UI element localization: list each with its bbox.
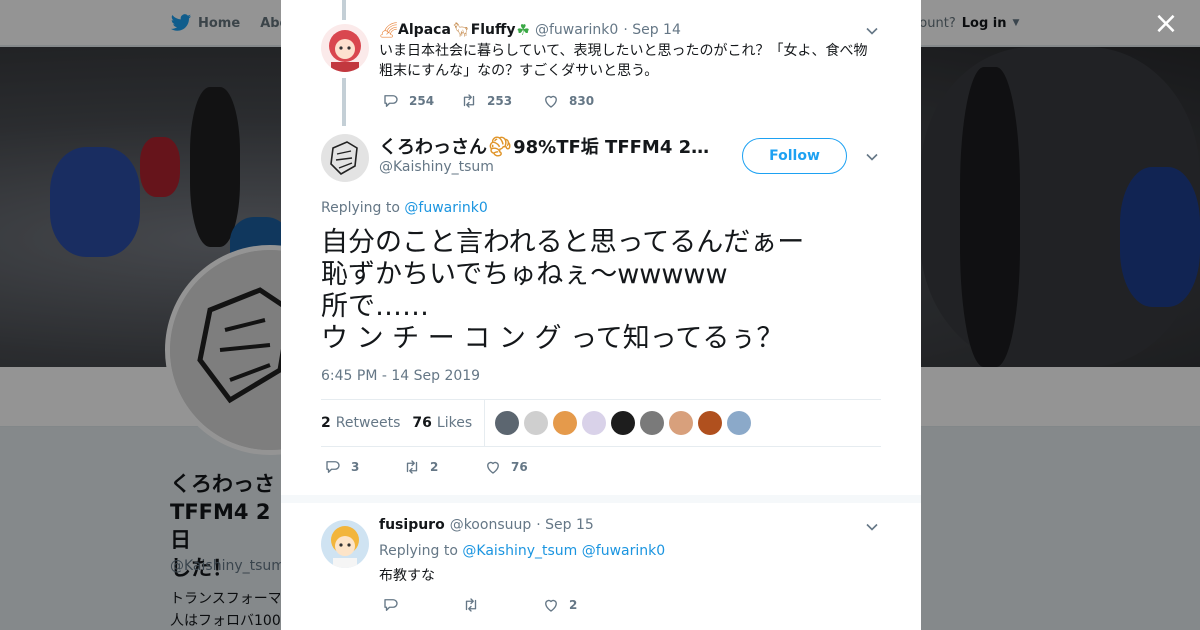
author-handle[interactable]: @fuwarink0 xyxy=(535,22,618,38)
tweet-actions: 254 253 830 xyxy=(382,92,594,110)
tweet-text: 布教すな xyxy=(379,568,435,584)
author-name-suffix[interactable]: Fluffy xyxy=(471,22,516,38)
retweet-button[interactable]: 2 xyxy=(403,458,484,476)
likes-stat[interactable]: 76 Likes xyxy=(412,415,472,431)
author-name[interactable]: fusipuro xyxy=(379,517,445,533)
author-handle[interactable]: @koonsuup xyxy=(450,517,532,533)
llama-emoji-icon: 🦙︎ xyxy=(451,22,470,38)
avatar[interactable] xyxy=(524,411,549,435)
avatar[interactable] xyxy=(698,411,723,435)
retweet-icon xyxy=(465,598,477,612)
parent-tweet-header: 🌈︎ Alpaca 🦙︎ Fluffy ☘ @fuwarink0 · Sep 1… xyxy=(379,21,681,39)
like-button[interactable]: 830 xyxy=(542,92,594,110)
close-icon[interactable]: × xyxy=(1152,9,1180,39)
clover-emoji-icon: ☘ xyxy=(516,21,530,39)
retweet-icon xyxy=(406,460,418,474)
author-name-suffix: 98%TF垢 TFFM4 2… xyxy=(513,137,710,158)
retweet-count: 253 xyxy=(487,94,513,108)
reply-icon xyxy=(384,599,398,611)
reply-icon xyxy=(326,461,340,473)
chevron-down-icon[interactable] xyxy=(865,150,879,164)
tweet-modal: 🌈︎ Alpaca 🦙︎ Fluffy ☘ @fuwarink0 · Sep 1… xyxy=(281,0,921,630)
replying-to: Replying to @Kaishiny_tsum @fuwarink0 xyxy=(379,543,666,559)
tweet-date[interactable]: · Sep 14 xyxy=(623,22,681,38)
avatar[interactable] xyxy=(611,411,636,435)
like-count: 2 xyxy=(569,598,578,612)
avatar[interactable] xyxy=(321,134,369,182)
anime-girl-avatar-icon xyxy=(321,24,369,72)
robot-sketch-avatar-icon xyxy=(321,134,369,182)
like-icon xyxy=(487,461,499,474)
retweet-button[interactable]: 253 xyxy=(460,92,542,110)
avatar[interactable] xyxy=(495,411,520,435)
replies-divider xyxy=(281,495,921,503)
reply-button[interactable] xyxy=(382,596,462,614)
serval-avatar-icon xyxy=(321,520,369,568)
tweet-stats: 2 Retweets 76 Likes xyxy=(321,399,881,447)
stats-divider xyxy=(484,400,486,446)
avatar[interactable] xyxy=(553,411,578,435)
avatar[interactable] xyxy=(727,411,752,435)
like-count: 76 xyxy=(511,460,528,474)
retweet-button[interactable] xyxy=(462,596,542,614)
avatar[interactable] xyxy=(321,520,369,568)
tweet-timestamp[interactable]: 6:45 PM - 14 Sep 2019 xyxy=(321,368,480,384)
tweet-actions: 3 2 76 xyxy=(324,458,528,476)
retweets-stat[interactable]: 2 Retweets xyxy=(321,415,400,431)
avatar[interactable] xyxy=(582,411,607,435)
reply-icon xyxy=(384,95,398,107)
replying-to-link[interactable]: @fuwarink0 xyxy=(582,543,665,559)
reply-button[interactable]: 3 xyxy=(324,458,403,476)
follow-button[interactable]: Follow xyxy=(742,138,847,174)
like-icon xyxy=(545,95,557,108)
reply-button[interactable]: 254 xyxy=(382,92,460,110)
like-count: 830 xyxy=(569,94,595,108)
main-tweet-text: 自分のこと言われると思ってるんだぁー 恥ずかちいでちゅねぇ～wwwww 所で……… xyxy=(321,227,805,354)
replying-to-link[interactable]: @Kaishiny_tsum xyxy=(462,543,577,559)
retweet-count: 2 xyxy=(430,460,439,474)
retweet-icon xyxy=(463,94,475,108)
tweet-actions: 2 xyxy=(382,596,577,614)
author-handle[interactable]: @Kaishiny_tsum xyxy=(379,159,494,175)
replying-to-link[interactable]: @fuwarink0 xyxy=(404,200,487,216)
avatar[interactable] xyxy=(640,411,665,435)
like-button[interactable]: 76 xyxy=(484,458,528,476)
avatar[interactable] xyxy=(321,24,369,72)
like-icon xyxy=(545,599,557,612)
reply-count: 254 xyxy=(409,94,435,108)
author-name[interactable]: くろわっさん 🥐︎ 98%TF垢 TFFM4 2… xyxy=(379,133,709,159)
reply-tweet-header: fusipuro @koonsuup · Sep 15 xyxy=(379,517,594,533)
croissant-emoji-icon: 🥐︎ xyxy=(488,135,513,158)
avatar[interactable] xyxy=(669,411,694,435)
like-button[interactable]: 2 xyxy=(542,596,577,614)
thread-line-bottom xyxy=(342,78,346,126)
tweet-date[interactable]: · Sep 15 xyxy=(536,517,594,533)
reply-count: 3 xyxy=(351,460,360,474)
rainbow-emoji-icon: 🌈︎ xyxy=(379,21,399,39)
chevron-down-icon[interactable] xyxy=(865,24,879,38)
liker-avatars xyxy=(495,411,752,435)
tweet-text: いま日本社会に暮らしていて、表現したいと思ったのがこれ？「女よ、食べ物 粗末にす… xyxy=(379,43,868,79)
replying-to: Replying to @fuwarink0 xyxy=(321,200,488,216)
thread-line-top xyxy=(342,0,346,20)
chevron-down-icon[interactable] xyxy=(865,520,879,534)
author-name[interactable]: Alpaca xyxy=(398,22,451,38)
